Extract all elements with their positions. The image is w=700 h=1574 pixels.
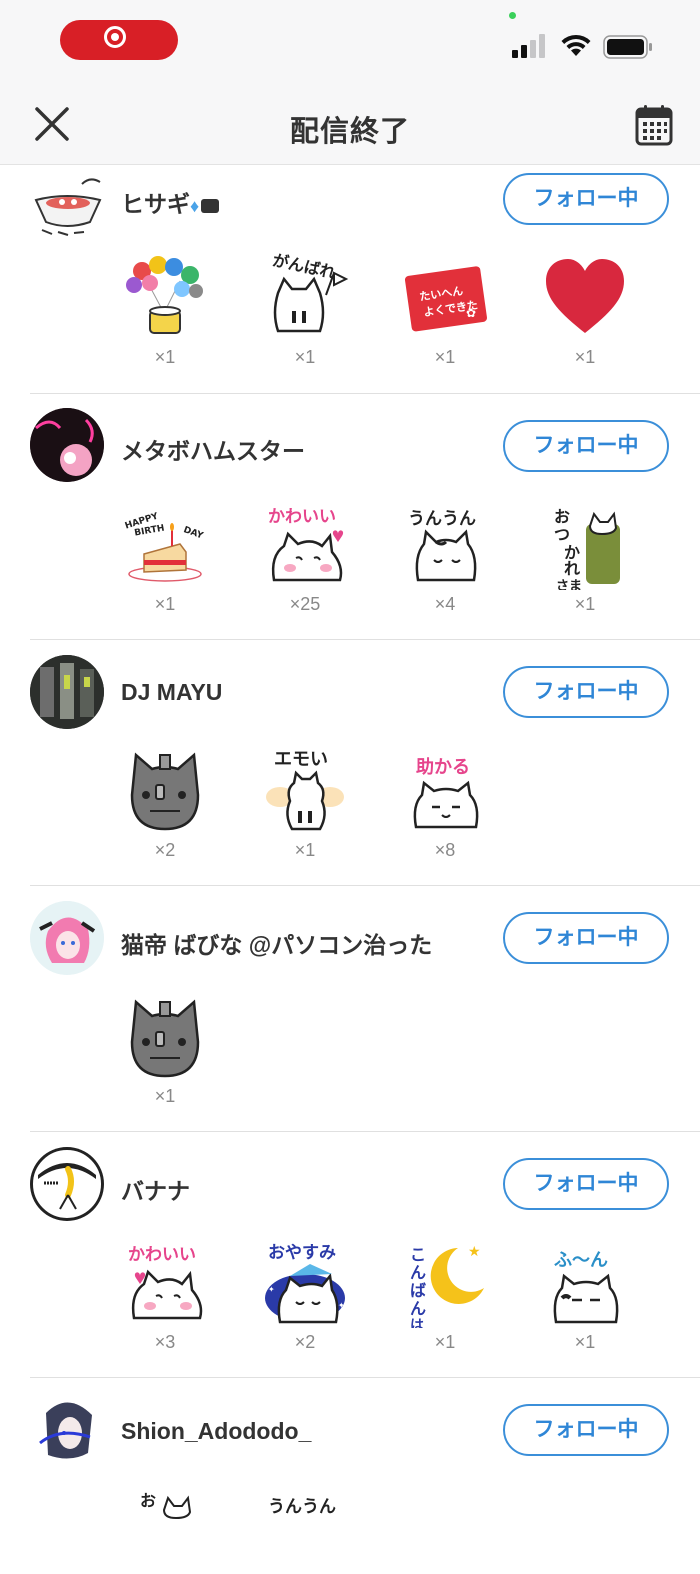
birthday-cake-icon: HAPPY BIRTH DAY bbox=[120, 500, 210, 590]
row-divider bbox=[30, 885, 700, 886]
username: DJ MAYU bbox=[121, 679, 223, 705]
kawaii-cat-stamp: かわいい bbox=[120, 1238, 210, 1328]
username: 猫帝 ばびな @パソコン治った bbox=[121, 932, 433, 958]
emoi-cat-stamp: エモい bbox=[260, 745, 350, 835]
otsukaresama-cat-stamp: お bbox=[120, 1484, 210, 1574]
avatar[interactable] bbox=[30, 1147, 104, 1221]
konbanha-moon-stamp: こ ん ば ん は ★ bbox=[400, 1238, 490, 1328]
svg-text:こ: こ bbox=[410, 1245, 426, 1264]
heart-icon bbox=[540, 253, 630, 343]
svg-text:がんばれ: がんばれ bbox=[271, 253, 338, 282]
follow-button[interactable]: フォロー中 bbox=[503, 666, 669, 718]
otsukaresama-cat-stamp: お つ か れ さま bbox=[540, 500, 630, 590]
svg-text:れ: れ bbox=[564, 559, 580, 578]
gift-count: ×1 bbox=[294, 840, 316, 860]
svg-text:お: お bbox=[554, 507, 570, 526]
avatar[interactable] bbox=[30, 655, 104, 729]
svg-text:ん: ん bbox=[410, 1263, 426, 1282]
svg-text:✦: ✦ bbox=[338, 1301, 345, 1310]
svg-text:DAY: DAY bbox=[182, 525, 205, 541]
follow-button[interactable]: フォロー中 bbox=[503, 173, 669, 225]
red-stamp-card: たいへん よくできた ✿ bbox=[400, 253, 490, 343]
follow-button[interactable]: フォロー中 bbox=[503, 912, 669, 964]
svg-text:★: ★ bbox=[468, 1243, 481, 1259]
unun-cat-stamp: うんうん bbox=[400, 500, 490, 590]
svg-text:かわいい: かわいい bbox=[268, 507, 336, 527]
wifi-icon bbox=[561, 34, 591, 56]
svg-text:ん: ん bbox=[410, 1299, 426, 1318]
svg-text:✦: ✦ bbox=[268, 1285, 275, 1294]
row-divider bbox=[30, 1377, 700, 1378]
camera-icon bbox=[201, 198, 220, 213]
svg-text:✿: ✿ bbox=[466, 306, 476, 320]
svg-text:おやすみ: おやすみ bbox=[268, 1243, 336, 1263]
gift-count: ×1 bbox=[434, 347, 456, 367]
oyasumi-cat-stamp: おやすみ ✦ ✦ bbox=[260, 1238, 350, 1328]
username: Shion_Adododo_ bbox=[121, 1418, 312, 1444]
username: メタボハムスター bbox=[121, 438, 305, 464]
camera-in-use-dot bbox=[509, 12, 516, 19]
fun-cat-stamp: ふ〜ん bbox=[540, 1238, 630, 1328]
svg-text:うんうん: うんうん bbox=[268, 1497, 336, 1517]
unun-cat-stamp: うんうん bbox=[260, 1484, 350, 1574]
svg-text:かわいい: かわいい bbox=[128, 1245, 196, 1265]
svg-text:お: お bbox=[140, 1491, 156, 1510]
svg-text:助かる: 助かる bbox=[416, 756, 470, 778]
gift-count: ×4 bbox=[434, 594, 456, 614]
record-icon bbox=[104, 26, 126, 48]
gift-count: ×2 bbox=[294, 1332, 316, 1352]
svg-text:ふ〜ん: ふ〜ん bbox=[554, 1250, 608, 1271]
username: バナナ bbox=[121, 1178, 190, 1204]
svg-text:うんうん: うんうん bbox=[408, 509, 476, 529]
svg-text:ば: ば bbox=[410, 1281, 426, 1300]
row-divider bbox=[30, 1131, 700, 1132]
gift-count: ×1 bbox=[574, 1332, 596, 1352]
svg-text:は: は bbox=[410, 1318, 424, 1328]
gift-count: ×1 bbox=[154, 347, 176, 367]
follow-button[interactable]: フォロー中 bbox=[503, 1158, 669, 1210]
robot-cat-icon bbox=[120, 745, 210, 835]
cellular-signal-icon bbox=[512, 34, 545, 58]
page-title: 配信終了 bbox=[289, 116, 410, 148]
gift-count: ×25 bbox=[289, 594, 321, 614]
username: ヒサギ♦ bbox=[121, 185, 220, 219]
gift-count: ×1 bbox=[574, 347, 596, 367]
gift-count: ×1 bbox=[434, 1332, 456, 1352]
ganbare-cat-stamp: がんばれ bbox=[260, 253, 350, 343]
calendar-icon[interactable] bbox=[635, 104, 673, 146]
gift-count: ×1 bbox=[154, 1086, 176, 1106]
gift-count: ×1 bbox=[294, 347, 316, 367]
row-divider bbox=[30, 639, 700, 640]
row-divider bbox=[30, 393, 700, 394]
diamond-icon: ♦ bbox=[190, 196, 200, 216]
balloons-icon bbox=[120, 253, 210, 343]
tasukaru-cat-stamp: 助かる bbox=[400, 745, 490, 835]
robot-cat-icon bbox=[120, 992, 210, 1082]
gift-count: ×1 bbox=[574, 594, 596, 614]
follow-button[interactable]: フォロー中 bbox=[503, 420, 669, 472]
gift-count: ×2 bbox=[154, 840, 176, 860]
avatar[interactable] bbox=[30, 172, 104, 246]
battery-icon bbox=[603, 35, 652, 59]
svg-text:さま: さま bbox=[556, 579, 582, 590]
avatar[interactable] bbox=[30, 1393, 104, 1467]
svg-text:エモい: エモい bbox=[274, 749, 328, 770]
gift-count: ×3 bbox=[154, 1332, 176, 1352]
follow-button[interactable]: フォロー中 bbox=[503, 1404, 669, 1456]
gift-count: ×8 bbox=[434, 840, 456, 860]
svg-text:つ: つ bbox=[554, 525, 570, 544]
gift-count: ×1 bbox=[154, 594, 176, 614]
avatar[interactable] bbox=[30, 408, 104, 482]
kawaii-cat-stamp: かわいい bbox=[260, 500, 350, 590]
avatar[interactable] bbox=[30, 901, 104, 975]
